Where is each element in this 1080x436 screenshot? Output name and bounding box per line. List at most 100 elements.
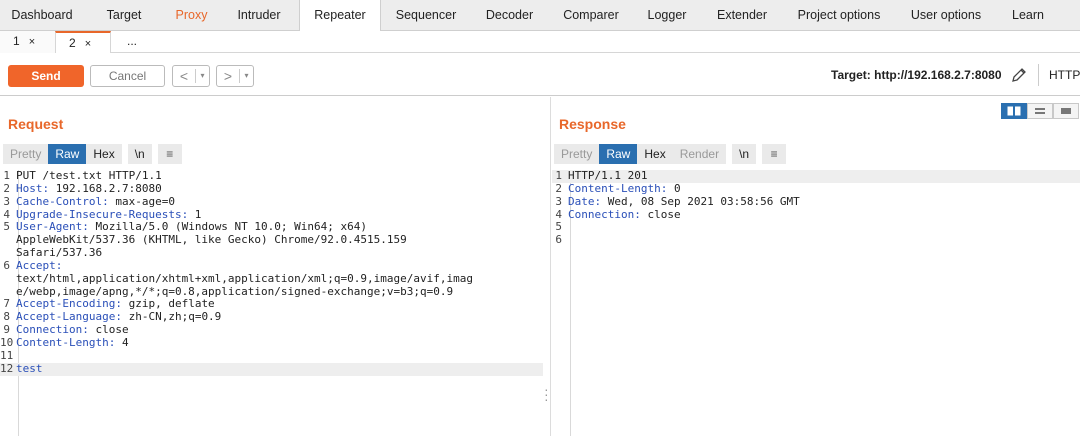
code-line: 5	[552, 221, 1080, 234]
header-value: zh-CN,zh;q=0.9	[121, 310, 222, 324]
header-name: Content-Length:	[568, 181, 668, 195]
response-render-tab[interactable]: Render	[672, 144, 727, 164]
tab-learn[interactable]: Learn	[998, 0, 1058, 31]
request-newline-toggle[interactable]: \n	[127, 144, 152, 164]
line-number: 5	[3, 220, 10, 234]
request-editor[interactable]: 1 PUT /test.txt HTTP/1.1 2 Host: 192.168.2.…	[0, 169, 543, 376]
tab-proxy[interactable]: Proxy	[164, 0, 219, 31]
line-number: 11	[0, 348, 14, 362]
header-name: Date:	[568, 194, 602, 208]
header-value: AppleWebKit/537.36 (KHTML, like Gecko) C…	[16, 233, 407, 247]
code-line: 12 test	[0, 361, 543, 376]
header-value: 0	[667, 181, 681, 195]
repeater-tab-label: 2	[69, 36, 76, 50]
tab-target[interactable]: Target	[84, 0, 164, 31]
header-name: Accept-Language:	[16, 310, 122, 324]
header-name: Host:	[16, 181, 50, 195]
layout-stacked-button[interactable]	[1027, 103, 1053, 119]
tab-logger[interactable]: Logger	[634, 0, 700, 31]
request-pretty-tab[interactable]: Pretty	[3, 144, 49, 164]
tab-extender[interactable]: Extender	[700, 0, 784, 31]
response-title: Response	[559, 116, 626, 132]
header-value: e/webp,image/apng,*/*;q=0.8,application/…	[16, 284, 454, 298]
tab-comparer[interactable]: Comparer	[548, 0, 634, 31]
tab-dashboard[interactable]: Dashboard	[0, 0, 84, 31]
line-number: 2	[555, 181, 562, 195]
code-line: Safari/537.36	[0, 246, 543, 260]
request-menu-icon[interactable]: ≡	[157, 144, 182, 164]
code-line: 4 Connection: close	[552, 207, 1080, 222]
http-version-label: HTTP/	[1049, 68, 1080, 82]
response-editor[interactable]: 1 HTTP/1.1 201 2 Content-Length: 0 3 Date: We…	[552, 169, 1080, 247]
tab-sequencer[interactable]: Sequencer	[381, 0, 471, 31]
repeater-tab-2[interactable]: 2 ×	[55, 31, 111, 53]
line-number: 3	[555, 194, 562, 208]
repeater-tab-label: 1	[13, 34, 20, 48]
response-pretty-tab[interactable]: Pretty	[554, 144, 600, 164]
repeater-toolbar: Send Cancel < ▾ > ▾ Target: http://192.1…	[0, 54, 1080, 96]
request-hex-tab[interactable]: Hex	[86, 144, 122, 164]
response-menu-icon[interactable]: ≡	[762, 144, 787, 164]
tab-intruder[interactable]: Intruder	[219, 0, 299, 31]
header-value: close	[88, 323, 129, 337]
response-raw-tab[interactable]: Raw	[599, 144, 638, 164]
columns-icon	[1007, 106, 1021, 116]
line-number: 10	[0, 335, 14, 349]
header-name: Accept-Encoding:	[16, 297, 122, 311]
header-value: Mozilla/5.0 (Windows NT 10.0; Win64; x64…	[88, 220, 368, 234]
header-name: Content-Length:	[16, 335, 116, 349]
history-back-button[interactable]: < ▾	[172, 65, 210, 87]
history-forward-button[interactable]: > ▾	[216, 65, 254, 87]
header-name: Cache-Control:	[16, 194, 109, 208]
header-value: 192.168.2.7:8080	[49, 181, 162, 195]
close-icon[interactable]: ×	[29, 36, 35, 48]
request-raw-tab[interactable]: Raw	[48, 144, 87, 164]
toolbar-divider	[1038, 64, 1039, 86]
chevron-down-icon[interactable]: ▾	[239, 69, 253, 83]
header-value: 4	[115, 335, 129, 349]
header-name: User-Agent:	[16, 220, 89, 234]
target-label: Target: http://192.168.2.7:8080	[831, 68, 1002, 82]
header-value: HTTP/1.1 201	[568, 169, 648, 182]
header-name: Connection:	[568, 207, 641, 221]
line-number: 2	[3, 181, 10, 195]
chevron-right-icon: >	[223, 68, 233, 84]
header-name: test	[16, 361, 43, 375]
line-number: 1	[555, 169, 562, 182]
response-view-tabs: Pretty Raw Hex Render \n ≡	[554, 144, 787, 164]
code-line: 10 Content-Length: 4	[0, 335, 543, 350]
header-value: gzip, deflate	[121, 297, 215, 311]
header-name: Accept:	[16, 258, 63, 272]
line-number: 12	[0, 361, 14, 375]
pane-splitter[interactable]	[550, 97, 551, 436]
code-line: 6	[552, 233, 1080, 247]
tab-decoder[interactable]: Decoder	[471, 0, 548, 31]
tab-project-options[interactable]: Project options	[784, 0, 894, 31]
code-text: test	[16, 361, 43, 376]
header-value: Wed, 08 Sep 2021 03:58:56 GMT	[601, 194, 800, 208]
pencil-icon[interactable]	[1010, 66, 1028, 84]
send-button[interactable]: Send	[8, 65, 84, 87]
main-tab-bar: Dashboard Target Proxy Intruder Repeater…	[0, 0, 1080, 32]
tab-repeater[interactable]: Repeater	[299, 0, 381, 32]
new-tab-button[interactable]: ...	[111, 31, 153, 53]
cancel-button[interactable]: Cancel	[90, 65, 165, 87]
chevron-left-icon: <	[179, 68, 189, 84]
response-newline-toggle[interactable]: \n	[732, 144, 757, 164]
resize-handle-icon[interactable]: · · ·	[544, 382, 549, 406]
header-value: max-age=0	[108, 194, 175, 208]
header-value: 1	[188, 207, 202, 221]
single-pane-icon	[1061, 108, 1071, 114]
chevron-down-icon[interactable]: ▾	[195, 69, 209, 83]
close-icon[interactable]: ×	[85, 38, 91, 50]
header-value: PUT /test.txt HTTP/1.1	[16, 169, 162, 182]
layout-tabs-button[interactable]	[1053, 103, 1079, 119]
layout-side-by-side-button[interactable]	[1001, 103, 1027, 119]
response-hex-tab[interactable]: Hex	[637, 144, 673, 164]
line-number: 6	[555, 233, 562, 247]
repeater-tab-1[interactable]: 1 ×	[0, 31, 55, 53]
header-name: Connection:	[16, 323, 89, 337]
header-value: close	[640, 207, 681, 221]
repeater-sub-tab-bar: 1 × 2 × ...	[0, 31, 1080, 53]
tab-user-options[interactable]: User options	[894, 0, 998, 31]
